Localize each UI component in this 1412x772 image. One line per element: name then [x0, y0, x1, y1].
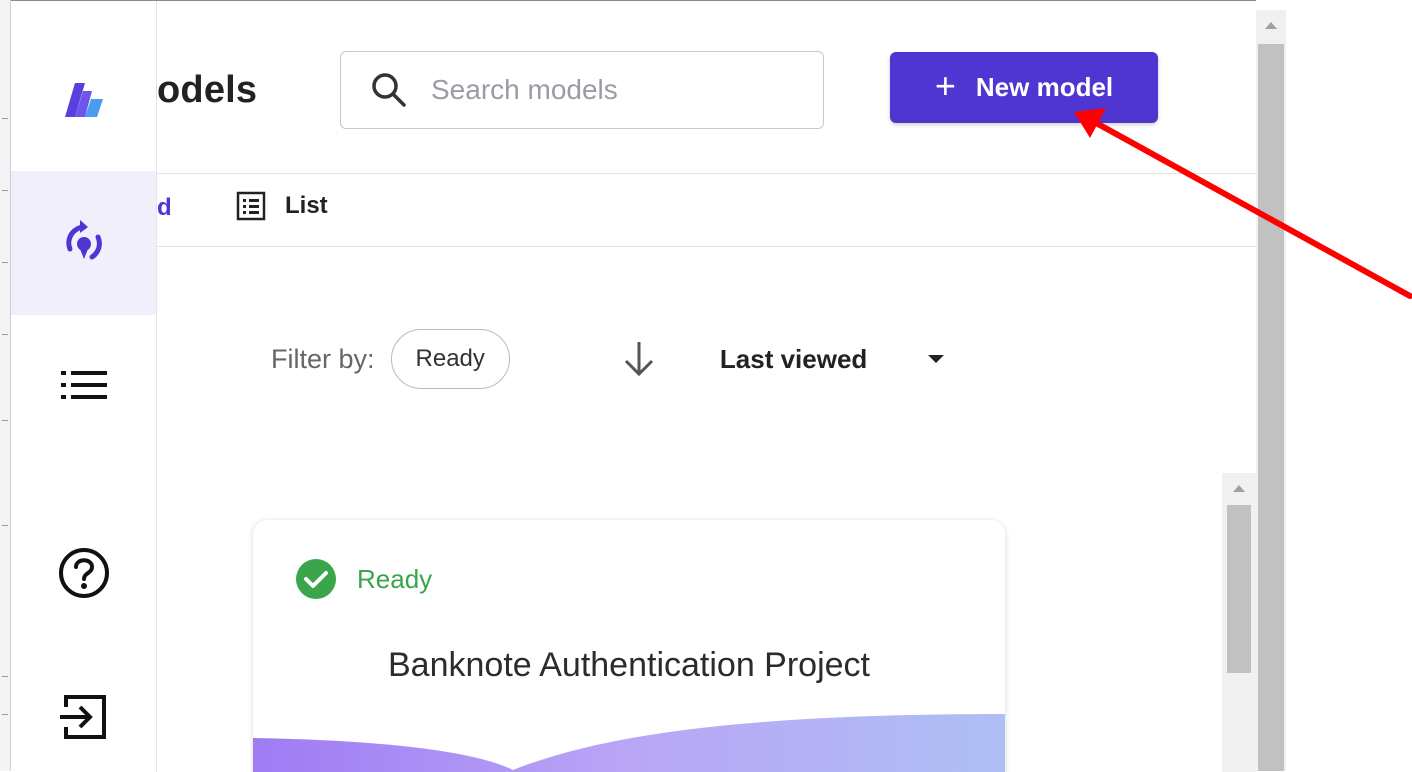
list-icon: [60, 371, 107, 399]
plus-icon: +: [934, 64, 956, 106]
model-card[interactable]: Ready Banknote Authentication Project: [253, 520, 1005, 772]
filter-chip-ready[interactable]: Ready: [390, 329, 510, 389]
tab-grid[interactable]: d: [157, 194, 172, 222]
view-tabs: d List: [157, 174, 1256, 247]
scroll-up-button[interactable]: [1222, 473, 1256, 503]
header: odels + New model: [157, 1, 1256, 174]
check-circle-icon: [296, 559, 336, 599]
card-title: Banknote Authentication Project: [388, 646, 870, 684]
search-input[interactable]: [429, 73, 793, 107]
edge-tick: [2, 190, 8, 191]
edge-tick: [2, 676, 8, 677]
inner-scrollbar[interactable]: [1222, 473, 1256, 772]
edge-tick: [2, 118, 8, 119]
caret-down-icon: [928, 355, 945, 363]
list-view-icon: [236, 191, 266, 221]
sign-out-icon: [59, 695, 106, 739]
sort-label[interactable]: Last viewed: [720, 344, 867, 375]
arrow-down-icon: [624, 342, 653, 377]
card-status: Ready: [295, 558, 432, 600]
page-title: odels: [157, 69, 258, 111]
edge-tick: [2, 714, 8, 715]
outer-scrollbar[interactable]: [1256, 10, 1286, 771]
edge-tick: [2, 262, 8, 263]
page-edge: [0, 0, 11, 771]
filter-by-label: Filter by:: [271, 343, 375, 374]
main-content: odels + New model d: [157, 1, 1256, 772]
new-model-label: New model: [975, 72, 1114, 102]
filter-row: Filter by: Ready Last viewed: [271, 327, 945, 391]
arrow-up-icon: [1233, 485, 1245, 492]
inner-scroll-thumb[interactable]: [1227, 505, 1251, 673]
app-window: odels + New model d: [11, 0, 1256, 772]
search-icon: [371, 72, 407, 108]
outer-scroll-thumb[interactable]: [1258, 44, 1284, 771]
scroll-up-button[interactable]: [1256, 10, 1286, 40]
models-icon: [65, 220, 102, 260]
sidebar-item-models[interactable]: [11, 171, 156, 315]
card-banner-art: [253, 714, 1005, 772]
tab-list-label: List: [285, 192, 328, 219]
sidebar-item-help[interactable]: [11, 501, 156, 645]
new-model-button[interactable]: + New model: [890, 52, 1158, 123]
tab-list[interactable]: List: [235, 190, 328, 222]
sort-direction-button[interactable]: [622, 339, 656, 379]
edge-tick: [2, 334, 8, 335]
arrow-up-icon: [1265, 22, 1277, 29]
sidebar-item-sign-out[interactable]: [11, 645, 156, 772]
edge-tick: [2, 420, 8, 421]
card-status-label: Ready: [357, 563, 433, 594]
search-box[interactable]: [340, 51, 824, 129]
sidebar-item-list[interactable]: [11, 313, 156, 457]
help-icon: [58, 548, 109, 598]
sort-dropdown[interactable]: [927, 353, 945, 365]
sidebar: [11, 1, 157, 772]
logo-icon: [64, 83, 103, 117]
sidebar-logo[interactable]: [11, 25, 156, 169]
edge-tick: [2, 525, 8, 526]
